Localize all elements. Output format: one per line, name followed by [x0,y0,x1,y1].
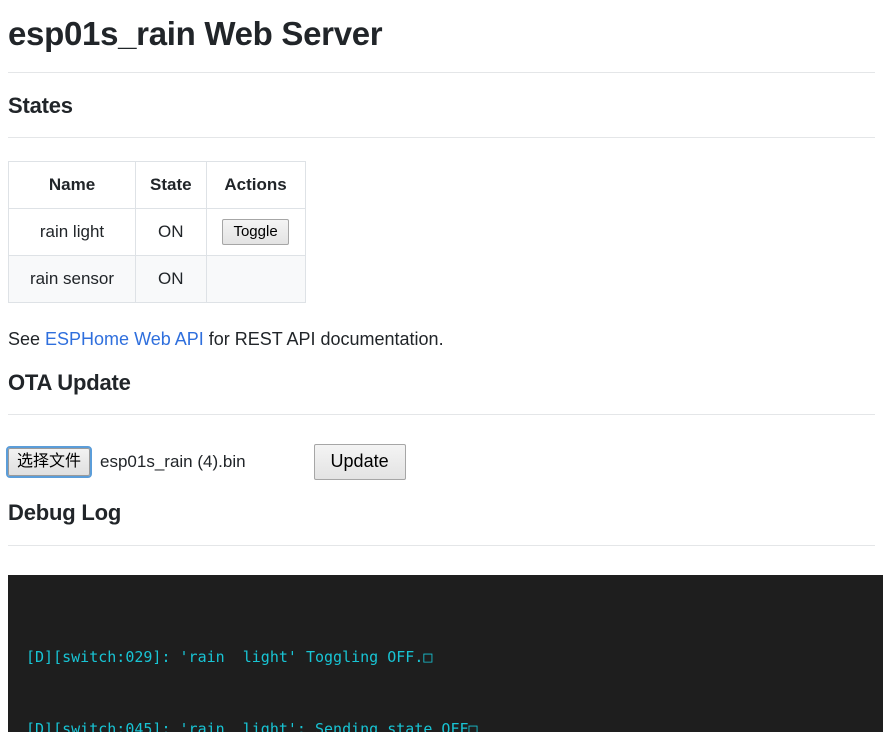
entity-name: rain light [8,207,136,256]
entity-state: ON [135,254,207,303]
choose-file-button[interactable]: 选择文件 [5,446,93,479]
table-header-row: Name State Actions [8,160,306,209]
column-header-name: Name [8,160,136,209]
selected-file-name: esp01s_rain (4).bin [100,452,246,472]
toggle-button[interactable]: Toggle [222,218,289,246]
table-row: rain light ON Toggle [8,207,306,256]
api-note-suffix: for REST API documentation. [203,328,444,349]
debug-log-console[interactable]: [D][switch:029]: 'rain light' Toggling O… [8,574,883,732]
title-divider [8,71,875,73]
ota-heading: OTA Update [8,369,131,395]
log-line: [D][switch:045]: 'rain light': Sending s… [26,719,478,732]
page-title: esp01s_rain Web Server [8,15,383,52]
column-header-state: State [135,160,207,209]
states-divider [8,136,875,138]
ota-divider [8,414,875,416]
states-table-head: Name State Actions [8,160,306,209]
log-line: [D][switch:029]: 'rain light' Toggling O… [26,647,433,666]
esphome-web-api-link[interactable]: ESPHome Web API [45,329,204,349]
api-note-prefix: See [8,328,46,349]
ota-update-form: 选择文件 esp01s_rain (4).bin Update [5,444,875,481]
entity-actions: Toggle [205,207,306,256]
states-heading: States [8,92,73,118]
states-table: Name State Actions rain light ON Toggle … [8,160,306,303]
states-table-body: rain light ON Toggle rain sensor ON [8,207,306,303]
debug-log-divider [8,544,875,546]
api-note: See ESPHome Web API for REST API documen… [8,329,875,350]
entity-state: ON [135,207,207,256]
update-button[interactable]: Update [313,444,406,481]
update-button-wrapper: Update [313,444,406,481]
page-root: esp01s_rain Web Server States Name State… [0,14,883,732]
file-input[interactable]: 选择文件 esp01s_rain (4).bin [5,446,246,479]
entity-actions [205,254,306,303]
entity-name: rain sensor [8,254,136,303]
column-header-actions: Actions [205,160,306,209]
debug-log-heading: Debug Log [8,500,122,526]
table-row: rain sensor ON [8,254,306,303]
